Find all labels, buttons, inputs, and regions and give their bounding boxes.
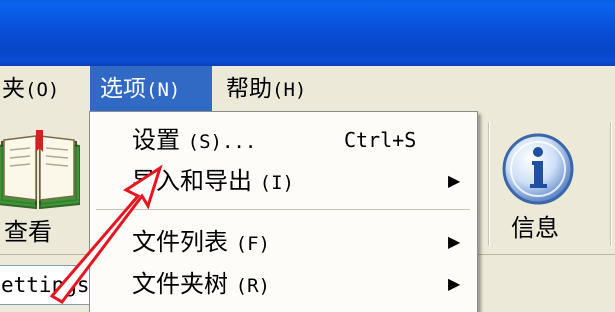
menu-bar: 夹(O) 选项(N) 帮助(H) <box>0 66 615 112</box>
menu-item-folder-tree[interactable]: 文件夹树 (R) ▶ <box>90 264 477 304</box>
menu-item-import-export-accel: (I) <box>259 172 294 194</box>
submenu-arrow-icon: ▶ <box>448 274 461 293</box>
menu-item-file-list-label: 文件列表 <box>132 228 228 256</box>
submenu-arrow-icon: ▶ <box>448 232 461 251</box>
menu-item-settings-accel: (S) <box>187 131 222 153</box>
menu-item-settings[interactable]: 设置 (S)... Ctrl+S <box>90 120 477 160</box>
options-dropdown-menu: 设置 (S)... Ctrl+S 导入和导出 (I) ▶ 文件列表 (F) ▶ … <box>89 111 478 312</box>
menu-options-accel: (N) <box>146 79 181 101</box>
menu-item-settings-ellipsis: ... <box>221 131 257 153</box>
toolbar-separator <box>610 122 612 246</box>
menu-item-import-export-label: 导入和导出 <box>132 167 252 195</box>
info-button-label: 信息 <box>511 214 559 242</box>
menu-help-label: 帮助 <box>226 76 272 102</box>
menu-item-folder-tree-label: 文件夹树 <box>132 270 228 298</box>
menu-folder-accel: (O) <box>25 79 60 101</box>
menu-options-label: 选项 <box>100 76 146 102</box>
view-button-label: 查看 <box>4 218 52 246</box>
submenu-arrow-icon: ▶ <box>448 171 461 190</box>
menu-help-accel: (H) <box>272 79 307 101</box>
menu-folder-label: 夹 <box>2 76 25 102</box>
menu-item-folder-tree-accel: (R) <box>235 275 270 297</box>
open-book-icon <box>0 130 81 210</box>
menu-folder[interactable]: 夹(O) <box>0 66 69 112</box>
toolbar-separator <box>488 122 490 246</box>
view-button[interactable] <box>0 130 81 210</box>
menu-item-settings-label: 设置 <box>132 126 180 154</box>
info-button[interactable] <box>497 132 579 206</box>
menu-help[interactable]: 帮助(H) <box>216 66 316 112</box>
menu-options[interactable]: 选项(N) <box>90 66 212 112</box>
menu-item-settings-shortcut: Ctrl+S <box>344 128 417 152</box>
menu-item-file-list[interactable]: 文件列表 (F) ▶ <box>90 222 477 262</box>
menu-item-import-export[interactable]: 导入和导出 (I) ▶ <box>90 161 477 201</box>
menu-separator <box>96 209 470 211</box>
window-titlebar[interactable] <box>0 0 615 66</box>
menu-item-file-list-accel: (F) <box>235 233 270 255</box>
info-icon <box>502 133 574 205</box>
